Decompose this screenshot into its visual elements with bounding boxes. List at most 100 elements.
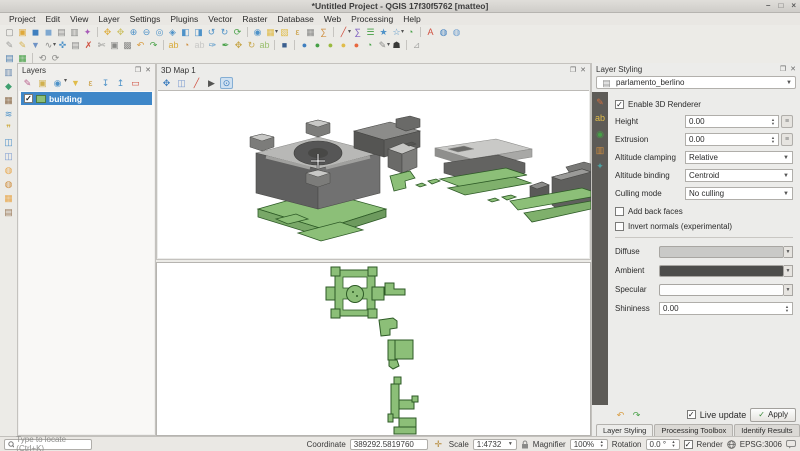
ambient-color-bar[interactable] (659, 265, 784, 277)
tab-identify-results[interactable]: Identify Results (734, 424, 799, 436)
altitude-clamping-select[interactable]: Relative ▼ (685, 151, 793, 164)
add-wfs-layer-icon[interactable]: ◍ (2, 178, 16, 190)
menu-web[interactable]: Web (319, 14, 346, 24)
crs-globe-icon[interactable] (727, 440, 736, 449)
symbology-tab-icon[interactable]: ✎ (594, 96, 607, 108)
highlight-pinned-icon[interactable]: ✒ (219, 39, 232, 51)
zoom-to-selection-icon[interactable]: ◧ (179, 26, 192, 38)
coordinate-input[interactable]: 389292.5819760 (350, 439, 428, 450)
zoom-out-icon[interactable]: ⊖ (140, 26, 153, 38)
zoom-full-icon[interactable]: ◈ (166, 26, 179, 38)
styling-undo-icon[interactable]: ↶ (614, 409, 627, 421)
add-group-icon[interactable]: ▣ (36, 77, 49, 89)
project-save-icon[interactable]: ◼ (29, 26, 42, 38)
pan-to-selection-icon[interactable]: ✥ (114, 26, 127, 38)
elevation-profile-icon[interactable]: ⊿ (410, 39, 423, 51)
mouse-position-icon[interactable]: ✛ (432, 438, 445, 450)
histogram-tab-icon[interactable]: ▥ (594, 144, 607, 156)
lock-scale-icon[interactable] (521, 440, 529, 449)
vertex-tool-icon[interactable]: ✜ (56, 39, 69, 51)
temporal-controller-icon[interactable]: ◔ (404, 26, 417, 38)
menu-database[interactable]: Database (272, 14, 318, 24)
metasearch-icon[interactable]: ◍ (437, 26, 450, 38)
add-spatialite-layer-icon[interactable]: ◫ (2, 150, 16, 162)
layer-select-combo[interactable]: ▤ parlamento_berlino ▼ (596, 76, 796, 89)
close-button[interactable]: × (791, 1, 796, 10)
layout-manager-icon[interactable]: ▥ (68, 26, 81, 38)
dock-panel-icon[interactable]: ❐ (135, 66, 141, 74)
delete-selected-icon[interactable]: ✗ (82, 39, 95, 51)
data-source-manager-icon[interactable]: ▥ (2, 66, 16, 78)
labeling-unplaced-icon[interactable]: ab (193, 39, 206, 51)
menu-layer[interactable]: Layer (93, 14, 124, 24)
height-spinbox[interactable]: 0.00 ▲▼ (685, 115, 779, 128)
invert-normals-row[interactable]: Invert normals (experimental) (615, 219, 793, 233)
layer-diagram-icon[interactable]: ◔ (180, 39, 193, 51)
project-new-icon[interactable]: ▢ (3, 26, 16, 38)
rotate-label-icon[interactable]: ↻ (245, 39, 258, 51)
processing-toolbox-icon[interactable]: ▤ (3, 52, 16, 64)
layer-labeling-icon[interactable]: ab (167, 39, 180, 51)
layer-item-building[interactable]: ✓ building (21, 92, 152, 105)
menu-project[interactable]: Project (4, 14, 40, 24)
open-attribute-table-icon[interactable]: ▦ (304, 26, 317, 38)
style-manager-icon[interactable]: ✦ (81, 26, 94, 38)
add-vector-layer-icon[interactable]: ◆ (2, 80, 16, 92)
add-delimited-text-icon[interactable]: ❞ (2, 122, 16, 134)
deselect-features-icon[interactable]: ▧ (278, 26, 291, 38)
remove-layer-icon[interactable]: ▭ (129, 77, 142, 89)
close-panel-icon[interactable]: ✕ (145, 66, 151, 74)
maximize-button[interactable]: □ (778, 1, 783, 10)
help-contents-icon[interactable]: ◍ (450, 26, 463, 38)
filter-legend-icon[interactable]: ▼ (69, 77, 82, 89)
invert-normals-checkbox[interactable] (615, 222, 624, 231)
live-update-checkbox[interactable]: ✓ (687, 410, 696, 419)
copy-features-icon[interactable]: ▣ (108, 39, 121, 51)
manage-map-themes-dropdown[interactable]: ▾ (64, 77, 67, 89)
toggle-editing-icon[interactable]: ✎ (16, 39, 29, 51)
manage-map-themes-icon[interactable]: ◉ (51, 77, 64, 89)
spin-arrows-icon[interactable]: ▲▼ (771, 118, 775, 126)
zoom-last-icon[interactable]: ↺ (205, 26, 218, 38)
zoom-in-icon[interactable]: ⊕ (127, 26, 140, 38)
messages-icon[interactable] (786, 440, 796, 449)
labels-tab-icon[interactable]: ab (594, 112, 607, 124)
enable-3d-row[interactable]: ✓ Enable 3D Renderer (615, 96, 793, 112)
plugins-cube-icon[interactable]: ■ (278, 39, 291, 51)
culling-mode-select[interactable]: No culling ▼ (685, 187, 793, 200)
close-panel-icon[interactable]: ✕ (580, 66, 586, 74)
spin-arrows-icon[interactable]: ▲▼ (785, 305, 789, 313)
spin-arrows-icon[interactable]: ▲▼ (771, 136, 775, 144)
menu-view[interactable]: View (65, 14, 93, 24)
text-annotation-icon[interactable]: A (424, 26, 437, 38)
dock-panel-icon[interactable]: ❐ (780, 65, 786, 73)
enable-3d-checkbox[interactable]: ✓ (615, 100, 624, 109)
pan-map-icon[interactable]: ✥ (101, 26, 114, 38)
menu-vector[interactable]: Vector (203, 14, 237, 24)
styling-redo-icon[interactable]: ↷ (630, 409, 643, 421)
history-tab-icon[interactable]: ✦ (594, 160, 607, 172)
zoom-next-icon[interactable]: ↻ (218, 26, 231, 38)
menu-settings[interactable]: Settings (125, 14, 166, 24)
menu-processing[interactable]: Processing (346, 14, 398, 24)
menu-plugins[interactable]: Plugins (165, 14, 203, 24)
magnifier-spinbox[interactable]: 100% ▲▼ (570, 439, 608, 450)
pin-labels-icon[interactable]: ✑ (206, 39, 219, 51)
print-layout-icon[interactable]: ▤ (55, 26, 68, 38)
layer-visibility-checkbox[interactable]: ✓ (24, 94, 33, 103)
zoom-native-icon[interactable]: ◎ (153, 26, 166, 38)
map3d-canvas[interactable] (158, 90, 589, 258)
close-panel-icon[interactable]: ✕ (790, 65, 796, 73)
diffuse-color-bar[interactable] (659, 246, 784, 258)
add-mesh-layer-icon[interactable]: ≋ (2, 108, 16, 120)
refresh-a-icon[interactable]: ⟲ (36, 52, 49, 64)
scale-combo[interactable]: 1:4732 ▼ (473, 439, 517, 450)
zoom-full-3d-icon[interactable]: ✥ (160, 77, 173, 89)
rotation-spinbox[interactable]: 0.0 ° ▲▼ (646, 439, 680, 450)
zoom-to-layer-icon[interactable]: ◨ (192, 26, 205, 38)
new-bookmark-icon[interactable]: ★ (377, 26, 390, 38)
add-virtual-layer-icon[interactable]: ▦ (2, 192, 16, 204)
add-raster-layer-icon[interactable]: ▦ (2, 94, 16, 106)
shininess-spinbox[interactable]: 0.00 ▲▼ (659, 302, 793, 315)
change-label-icon[interactable]: ab (258, 39, 271, 51)
